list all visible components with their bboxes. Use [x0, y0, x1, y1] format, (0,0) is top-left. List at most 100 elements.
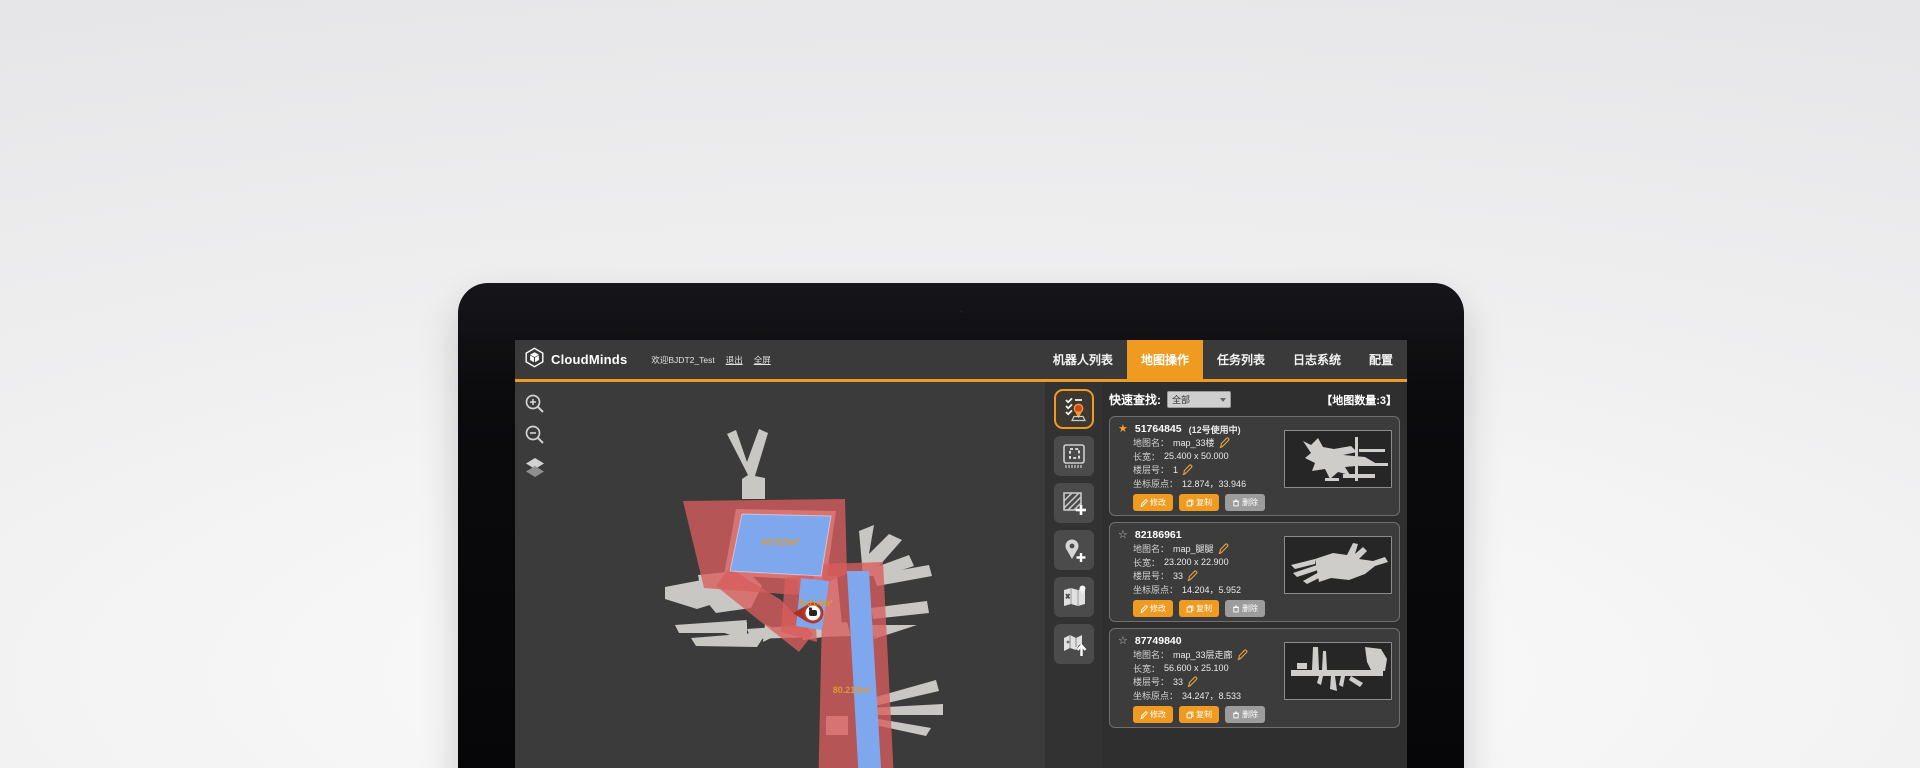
map-delete-icon — [1060, 583, 1088, 611]
field-label-origin: 坐标原点： — [1133, 477, 1178, 490]
field-label-origin: 坐标原点： — [1133, 583, 1178, 596]
trash-icon — [1232, 711, 1240, 719]
field-label-name: 地图名： — [1133, 648, 1169, 661]
page-background: CloudMinds 欢迎BJDT2_Test 退出 全屏 机器人列表 地图操作… — [0, 0, 1920, 768]
webcam-dot — [959, 309, 964, 314]
trash-icon — [1232, 499, 1240, 507]
field-label-floor: 楼层号： — [1133, 463, 1169, 476]
map-card-3[interactable]: ☆ 87749840 地图名： map_33层走廊 长宽： 56.600 x 25.… — [1109, 628, 1400, 728]
welcome-text: 欢迎BJDT2_Test — [651, 354, 714, 366]
star-filled-icon[interactable]: ★ — [1118, 424, 1128, 435]
tool-task-point-list[interactable] — [1054, 389, 1094, 429]
map-floor-value: 1 — [1173, 465, 1178, 475]
tab-settings[interactable]: 配置 — [1355, 340, 1407, 379]
map-toolbar — [1045, 382, 1103, 768]
edit-name-icon[interactable] — [1237, 649, 1248, 660]
tab-map-operation[interactable]: 地图操作 — [1127, 340, 1203, 379]
map-thumbnail-1 — [1284, 430, 1392, 488]
delete-button[interactable]: 删除 — [1225, 706, 1265, 723]
filter-select[interactable]: 全部 — [1167, 391, 1231, 408]
tab-task-list[interactable]: 任务列表 — [1203, 340, 1279, 379]
edit-floor-icon[interactable] — [1182, 464, 1193, 475]
tool-delete-map[interactable] — [1054, 577, 1094, 617]
map-card-2[interactable]: ☆ 82186961 地图名：map_腿腿 长宽：23.200 x 22.900… — [1109, 522, 1400, 622]
copy-button[interactable]: 复制 — [1179, 600, 1219, 617]
copy-button[interactable]: 复制 — [1179, 494, 1219, 511]
field-label-origin: 坐标原点： — [1133, 689, 1178, 702]
edit-name-icon[interactable] — [1219, 437, 1230, 448]
map-origin-value: 14.204，5.952 — [1182, 583, 1241, 596]
edit-floor-icon[interactable] — [1187, 570, 1198, 581]
laptop-mockup: CloudMinds 欢迎BJDT2_Test 退出 全屏 机器人列表 地图操作… — [458, 283, 1464, 768]
map-id: 82186961 — [1135, 529, 1182, 541]
field-label-name: 地图名： — [1133, 436, 1169, 449]
tool-add-restricted-area[interactable] — [1054, 483, 1094, 523]
quick-search-label: 快速查找: — [1109, 391, 1161, 408]
modify-button[interactable]: 修改 — [1133, 494, 1173, 511]
pin-add-icon — [1060, 536, 1088, 564]
field-label-floor: 楼层号： — [1133, 569, 1169, 582]
field-label-floor: 楼层号： — [1133, 675, 1169, 688]
field-label-size: 长宽： — [1133, 662, 1160, 675]
map-card-1[interactable]: ★ 51764845 (12号使用中) 地图名：map_33楼 长宽：25.40… — [1109, 416, 1400, 516]
star-outline-icon[interactable]: ☆ — [1118, 530, 1128, 541]
modify-button[interactable]: 修改 — [1133, 600, 1173, 617]
app-screen: CloudMinds 欢迎BJDT2_Test 退出 全屏 机器人列表 地图操作… — [515, 340, 1407, 768]
map-origin-value: 12.874，33.946 — [1182, 477, 1246, 490]
copy-icon — [1186, 605, 1194, 613]
field-label-name: 地图名： — [1133, 542, 1169, 555]
cloudminds-cube-icon — [524, 347, 545, 373]
map-id: 87749840 — [1135, 635, 1182, 647]
layers-icon — [524, 455, 546, 477]
tool-add-location-point[interactable] — [1054, 530, 1094, 570]
trash-icon — [1232, 605, 1240, 613]
area-label-2: 8.614m² — [799, 598, 833, 608]
field-label-size: 长宽： — [1133, 450, 1160, 463]
zoom-in-icon — [524, 393, 546, 415]
map-name-value: map_33层走廊 — [1173, 648, 1233, 661]
copy-icon — [1186, 499, 1194, 507]
map-viewport[interactable]: 40.519m² 8.614m² 80.215m² — [515, 382, 1045, 768]
star-outline-icon[interactable]: ☆ — [1118, 636, 1128, 647]
map-floor-value: 33 — [1173, 571, 1183, 581]
task-point-list-icon — [1059, 394, 1089, 424]
map-origin-value: 34.247，8.533 — [1182, 689, 1241, 702]
tool-map-frame-measure[interactable] — [1054, 436, 1094, 476]
tab-log-system[interactable]: 日志系统 — [1279, 340, 1355, 379]
map-upload-icon — [1060, 630, 1088, 658]
map-thumbnail-2 — [1284, 536, 1392, 594]
map-id: 51764845 — [1135, 423, 1182, 435]
zoom-in-button[interactable] — [523, 392, 547, 416]
tool-upload-map[interactable] — [1054, 624, 1094, 664]
pencil-icon — [1140, 499, 1148, 507]
edit-name-icon[interactable] — [1218, 543, 1229, 554]
copy-icon — [1186, 711, 1194, 719]
layers-button[interactable] — [523, 454, 547, 478]
brand-logo: CloudMinds — [524, 347, 627, 373]
chevron-down-icon — [1220, 398, 1226, 402]
delete-button[interactable]: 删除 — [1225, 600, 1265, 617]
pencil-icon — [1140, 605, 1148, 613]
tab-robot-list[interactable]: 机器人列表 — [1039, 340, 1127, 379]
filter-selected-value: 全部 — [1172, 393, 1220, 406]
map-thumbnail-3 — [1284, 642, 1392, 700]
zoom-out-button[interactable] — [523, 423, 547, 447]
logout-link[interactable]: 退出 — [726, 354, 743, 366]
zoom-out-icon — [524, 424, 546, 446]
edit-floor-icon[interactable] — [1187, 676, 1198, 687]
pencil-icon — [1140, 711, 1148, 719]
top-navbar: CloudMinds 欢迎BJDT2_Test 退出 全屏 机器人列表 地图操作… — [515, 340, 1407, 382]
delete-button[interactable]: 删除 — [1225, 494, 1265, 511]
brand-name: CloudMinds — [551, 352, 627, 367]
modify-button[interactable]: 修改 — [1133, 706, 1173, 723]
hatched-area-add-icon — [1060, 489, 1088, 517]
map-in-use-note: (12号使用中) — [1189, 423, 1241, 436]
map-size-value: 56.600 x 25.100 — [1164, 663, 1229, 673]
map-name-value: map_33楼 — [1173, 436, 1215, 449]
copy-button[interactable]: 复制 — [1179, 706, 1219, 723]
map-size-value: 23.200 x 22.900 — [1164, 557, 1229, 567]
map-frame-icon — [1060, 442, 1088, 470]
area-label-1: 40.519m² — [762, 537, 801, 547]
slam-map-canvas: 40.519m² 8.614m² 80.215m² — [515, 382, 1045, 768]
fullscreen-link[interactable]: 全屏 — [754, 354, 771, 366]
